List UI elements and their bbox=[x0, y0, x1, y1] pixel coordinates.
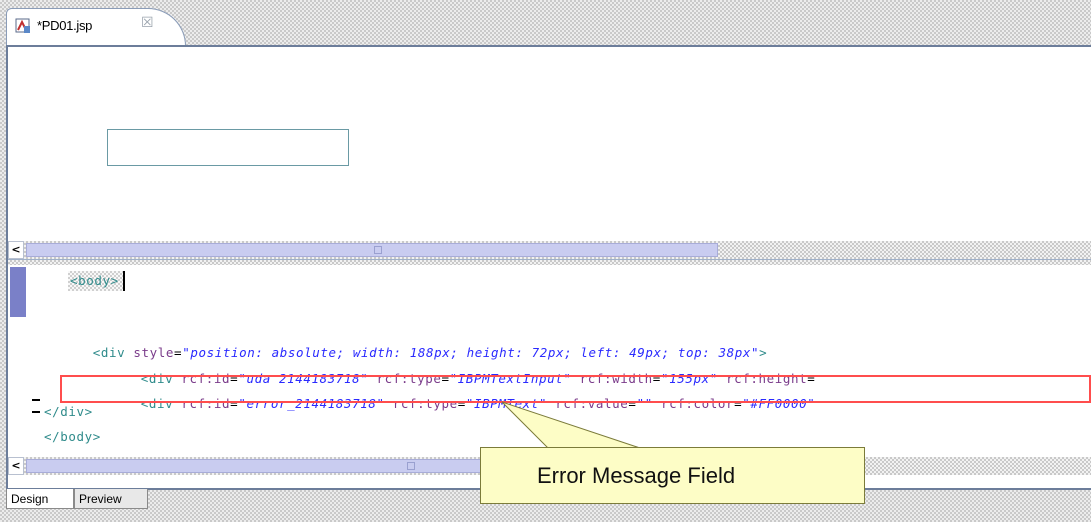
scroll-left-arrow-icon[interactable]: < bbox=[8, 241, 24, 259]
error-field-highlight bbox=[60, 375, 1091, 403]
close-icon[interactable]: ☒ bbox=[141, 15, 154, 31]
design-pane[interactable] bbox=[8, 47, 1091, 237]
page-designer-editor: < <body> <div style="position: absolute;… bbox=[6, 45, 1091, 490]
scroll-left-arrow-icon[interactable]: < bbox=[8, 457, 24, 475]
editor-tab-strip: *PD01.jsp ☒ bbox=[0, 0, 1091, 46]
source-pane[interactable]: <body> <div style="position: absolute; w… bbox=[8, 265, 1091, 457]
code-line-body-close: </body> bbox=[44, 429, 101, 444]
error-message-field-callout: Error Message Field bbox=[480, 447, 865, 504]
code-line-body-open: <body> bbox=[68, 271, 125, 291]
tab-design[interactable]: Design bbox=[6, 489, 74, 509]
code-line-div-close: </div> bbox=[44, 404, 93, 419]
gutter-marker bbox=[10, 267, 26, 317]
design-horizontal-scrollbar[interactable]: < bbox=[8, 241, 1091, 259]
tab-preview[interactable]: Preview bbox=[74, 489, 148, 509]
jsp-file-icon bbox=[15, 18, 31, 34]
design-text-input-field[interactable] bbox=[107, 129, 349, 166]
scrollbar-thumb[interactable] bbox=[26, 459, 486, 473]
scrollbar-grip-icon bbox=[407, 462, 415, 470]
fold-marker-icon[interactable] bbox=[32, 411, 40, 413]
editor-tab-label: *PD01.jsp bbox=[37, 18, 93, 33]
scrollbar-thumb[interactable] bbox=[26, 243, 718, 257]
editor-tab-pd01[interactable]: *PD01.jsp ☒ bbox=[6, 8, 186, 46]
fold-marker-icon[interactable] bbox=[32, 399, 40, 401]
scrollbar-grip-icon bbox=[374, 246, 382, 254]
